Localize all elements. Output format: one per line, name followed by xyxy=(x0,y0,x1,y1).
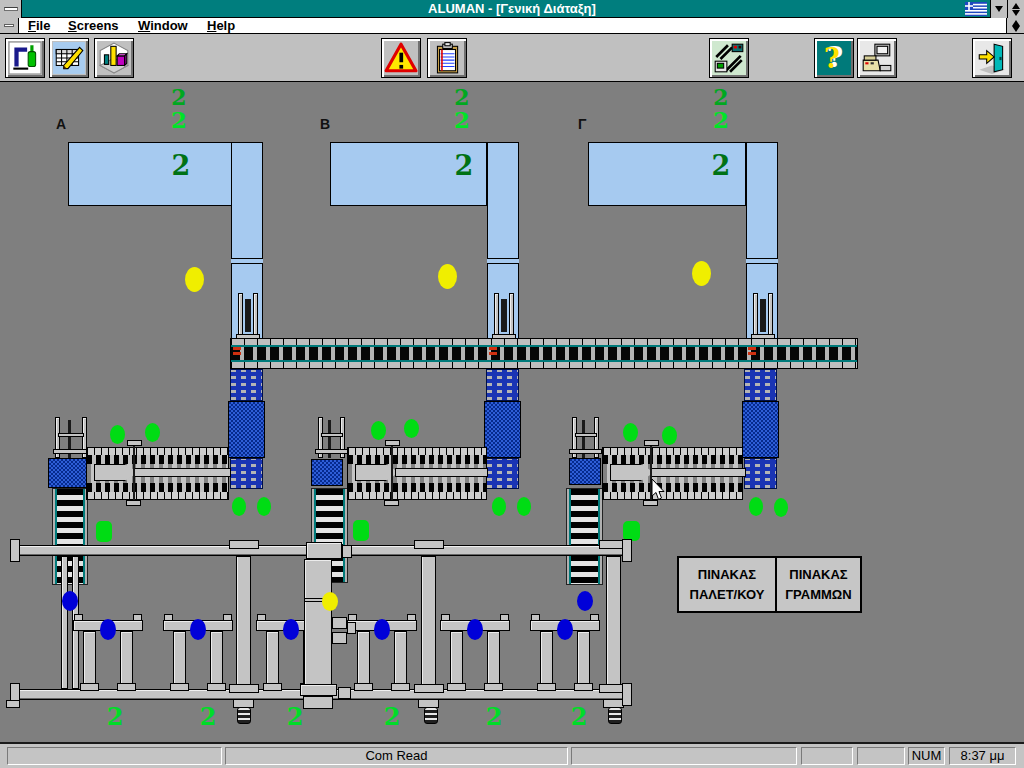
lines-panel-line2: ΓΡΑΜΜΩΝ xyxy=(785,587,851,602)
exit-door-icon xyxy=(975,41,1009,75)
pallet-panel-line2: ΠΑΛΕΤ/ΚΟΥ xyxy=(690,587,765,602)
minimize-button[interactable] xyxy=(990,0,1007,18)
gamma-app-icon xyxy=(8,41,42,75)
child-restore-down-icon xyxy=(1012,26,1020,32)
status-time: 8:37 μμ xyxy=(949,747,1016,765)
report-clipboard-button[interactable] xyxy=(427,38,467,78)
restore-up-icon xyxy=(1012,3,1020,9)
child-system-menu-dash-icon xyxy=(4,24,14,27)
restore-button[interactable] xyxy=(1007,0,1024,18)
child-restore-button[interactable] xyxy=(1006,18,1024,33)
dialup-connection-icon xyxy=(860,41,894,75)
child-system-menu-button[interactable] xyxy=(0,18,19,33)
data-transfer-button[interactable] xyxy=(709,38,749,78)
status-panel xyxy=(571,747,797,765)
status-panel xyxy=(857,747,905,765)
menu-file[interactable]: File xyxy=(28,18,50,33)
menu-bar: File Screens Window Help xyxy=(0,18,1024,34)
svg-text:?: ? xyxy=(824,42,840,75)
status-num-lock: NUM xyxy=(908,747,945,765)
dialup-connection-button[interactable] xyxy=(857,38,897,78)
chart-3d-button[interactable] xyxy=(94,38,134,78)
greek-flag-icon xyxy=(965,2,987,16)
minimize-icon xyxy=(995,6,1003,12)
plant-schematic-workspace xyxy=(0,82,1024,742)
toolbar: ? ? xyxy=(0,34,1024,82)
data-transfer-icon xyxy=(712,41,746,75)
help-icon: ? ? xyxy=(817,41,851,75)
alarm-warning-icon xyxy=(384,41,418,75)
title-bar: ALUMAN - [Γενική Διάταξη] xyxy=(0,0,1024,18)
status-bar: Com Read NUM 8:37 μμ xyxy=(0,742,1024,768)
system-menu-button[interactable] xyxy=(0,0,22,18)
menu-help[interactable]: Help xyxy=(207,18,235,33)
lines-panel-button[interactable]: ΠΙΝΑΚΑΣ ΓΡΑΜΜΩΝ xyxy=(777,556,862,613)
application-window: ALUMAN - [Γενική Διάταξη] File Screens W… xyxy=(0,0,1024,768)
help-button[interactable]: ? ? xyxy=(814,38,854,78)
exit-door-button[interactable] xyxy=(972,38,1012,78)
chart-3d-icon xyxy=(97,41,131,75)
table-edit-icon xyxy=(52,41,86,75)
pallet-panel-line1: ΠΙΝΑΚΑΣ xyxy=(698,567,756,582)
status-message: Com Read xyxy=(225,747,568,765)
menu-window[interactable]: Window xyxy=(138,18,188,33)
status-panel xyxy=(7,747,222,765)
report-clipboard-icon xyxy=(430,41,464,75)
restore-down-icon xyxy=(1012,10,1020,16)
alarm-warning-button[interactable] xyxy=(381,38,421,78)
menu-screens[interactable]: Screens xyxy=(68,18,119,33)
gamma-app-button[interactable] xyxy=(5,38,45,78)
lines-panel-line1: ΠΙΝΑΚΑΣ xyxy=(789,567,847,582)
table-edit-button[interactable] xyxy=(49,38,89,78)
status-panel xyxy=(801,747,853,765)
pallet-panel-button[interactable]: ΠΙΝΑΚΑΣ ΠΑΛΕΤ/ΚΟΥ xyxy=(677,556,777,613)
system-menu-dash-icon xyxy=(4,7,18,11)
window-title: ALUMAN - [Γενική Διάταξη] xyxy=(0,1,1024,16)
